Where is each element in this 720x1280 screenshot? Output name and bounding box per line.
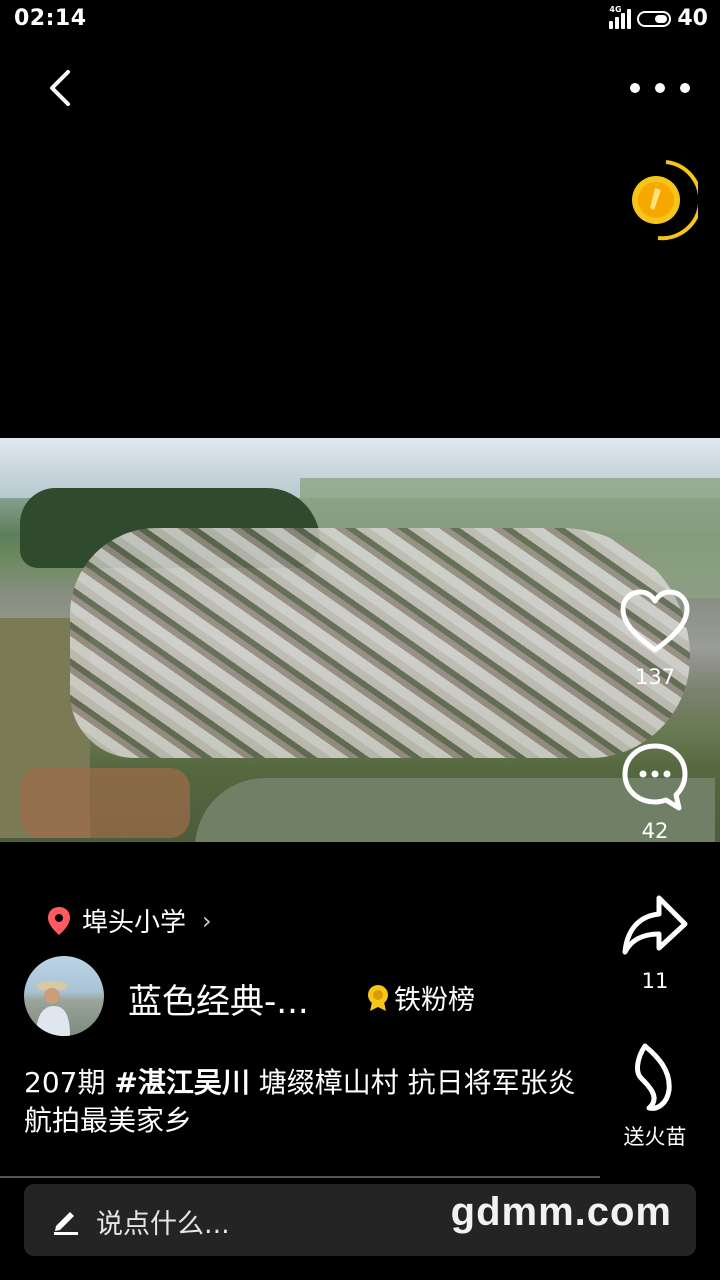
flame-icon [635, 1043, 672, 1111]
medal-icon [368, 984, 388, 1011]
signal-icon: 4G [609, 5, 632, 29]
share-arrow-icon [622, 895, 688, 955]
battery-level: 40 [677, 6, 708, 31]
caption-hashtag[interactable]: #湛江吴川 [114, 1066, 249, 1099]
back-button[interactable] [40, 66, 84, 110]
comment-input-placeholder[interactable]: 说点什么... [96, 1202, 230, 1241]
like-button[interactable]: 137 [610, 588, 700, 689]
person-photo-icon [36, 981, 70, 1036]
coin-icon [632, 160, 703, 241]
coin-reward-button[interactable] [628, 158, 703, 242]
dot-icon [655, 83, 665, 93]
fans-ranking-label: 铁粉榜 [394, 985, 475, 1016]
comment-count: 42 [641, 819, 669, 843]
fans-ranking-badge[interactable]: 铁粉榜 [366, 978, 475, 1017]
share-button[interactable]: 11 [610, 890, 700, 993]
battery-icon [637, 10, 672, 27]
video-caption: 207期 #湛江吴川 塘缀樟山村 抗日将军张炎 航拍最美家乡 [24, 1064, 584, 1140]
pencil-icon [54, 1212, 78, 1235]
share-count: 11 [641, 969, 669, 993]
network-type: 4G [609, 4, 622, 14]
chevron-left-icon [50, 70, 70, 106]
dot-icon [680, 83, 690, 93]
status-icons: 4G 40 [609, 5, 708, 31]
divider [0, 1176, 600, 1178]
location-tag[interactable]: 埠头小学 › [46, 902, 212, 939]
dot-icon [630, 83, 640, 93]
location-name: 埠头小学 [82, 908, 187, 938]
watermark: gdmm.com [450, 1190, 672, 1234]
comment-button[interactable]: 42 [610, 740, 700, 843]
chevron-right-icon: › [202, 906, 212, 935]
caption-prefix: 207期 [24, 1066, 115, 1099]
like-count: 137 [634, 665, 676, 689]
author-name[interactable]: 蓝色经典-... [128, 974, 309, 1023]
more-options-button[interactable] [630, 70, 690, 106]
location-pin-icon [48, 906, 70, 935]
status-time: 02:14 [14, 6, 87, 31]
heart-icon [620, 589, 690, 653]
author-avatar[interactable] [24, 956, 104, 1036]
send-fire-label: 送火苗 [623, 1125, 687, 1149]
send-fire-button[interactable]: 送火苗 [610, 1042, 700, 1151]
comment-icon [622, 743, 688, 811]
